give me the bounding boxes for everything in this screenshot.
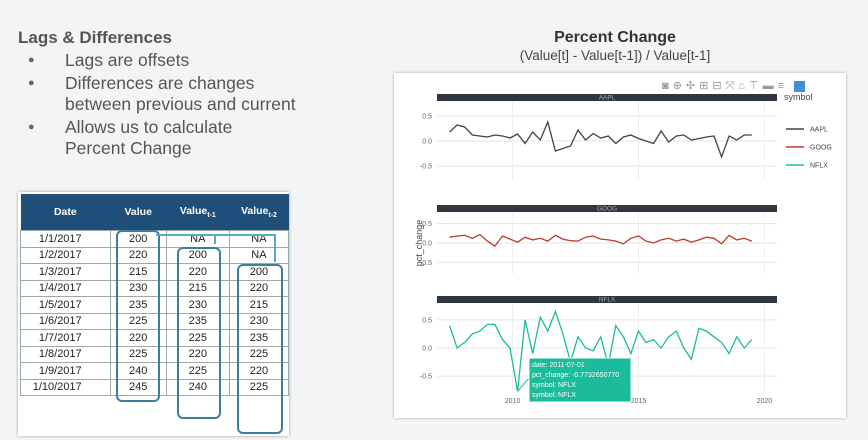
bullet-item: Differences are changesbetween previous … (26, 73, 296, 116)
percent-change-formula: (Value[t] - Value[t-1]) / Value[t-1] (519, 48, 711, 63)
series-line-goog (449, 233, 753, 247)
facet-label: NFLX (599, 297, 616, 304)
zoom-in-icon[interactable]: ⊞ (699, 80, 712, 92)
x-tick-label: 2015 (631, 398, 647, 405)
bullet-text: between previous and current (65, 94, 296, 114)
x-tick-label: 2020 (757, 398, 773, 405)
y-tick-label: -0.5 (420, 164, 432, 171)
series-line-aapl (449, 119, 752, 159)
arrow-line (156, 234, 276, 236)
tooltip-text: date: 2011-07-01 (532, 362, 585, 369)
table-cell: NA (165, 230, 230, 248)
legend-label: NFLX (810, 163, 828, 170)
arrow-line (274, 234, 276, 262)
bullet-text: Percent Change (65, 138, 192, 158)
autoscale-icon[interactable]: ⤧ (726, 80, 739, 92)
legend-title: symbol (784, 92, 813, 102)
y-tick-label: 0.0 (422, 139, 432, 146)
tooltip-text: symbol: NFLX (532, 382, 576, 389)
y-axis-label: pct_change (414, 220, 424, 267)
y-tick-label: 0.5 (422, 317, 432, 324)
facet-label: AAPL (599, 95, 616, 102)
table-cell: 1/6/2017 (20, 312, 111, 330)
table-cell: 1/7/2017 (20, 329, 111, 347)
table-cell: 1/10/2017 (20, 378, 111, 396)
column-header-value: Value (110, 194, 167, 231)
column-header-date: Date (20, 194, 111, 231)
table-cell: NA (228, 246, 290, 264)
plot-card: ◙⊕✣⊞⊟⤧⌂⊤▬≡ AAPL 0.5 0.0 -0.5 GOOG 0.5 0.0 -0.5 N… (394, 73, 846, 418)
lag-table-card: Date Value Valuet-1 Valuet-2 1/1/2017 200… (18, 192, 290, 436)
value-column-highlight (116, 230, 160, 402)
table-cell: 1/3/2017 (20, 263, 111, 281)
facet-label: GOOG (597, 206, 617, 213)
lag2-column-highlight (237, 264, 283, 434)
y-tick-label: -0.5 (420, 374, 432, 381)
column-header-value-t2: Valuet-2 (229, 194, 289, 231)
spike-icon[interactable]: ⊤ (749, 80, 763, 92)
home-icon[interactable]: ⌂ (738, 80, 749, 92)
legend-label: AAPL (810, 127, 828, 134)
pan-icon[interactable]: ✣ (686, 80, 699, 92)
bullet-text: Differences are changes (65, 72, 255, 93)
table-cell: 1/2/2017 (20, 246, 111, 264)
zoom-out-icon[interactable]: ⊟ (712, 80, 725, 92)
table-cell: 1/1/2017 (20, 230, 111, 248)
bullet-list: Lags are offsets Differences are changes… (26, 50, 296, 161)
compare-icon[interactable]: ▬ (763, 80, 778, 92)
zoom-icon[interactable]: ⊕ (673, 80, 686, 92)
percent-change-title: Percent Change (554, 29, 676, 46)
lags-title: Lags & Differences (18, 28, 172, 47)
x-tick-label: 2010 (505, 398, 521, 405)
plot-modebar[interactable]: ◙⊕✣⊞⊟⤧⌂⊤▬≡ (662, 79, 806, 93)
bullet-item: Allows us to calculatePercent Change (26, 117, 296, 160)
table-cell: 1/5/2017 (20, 296, 111, 314)
plotly-logo-icon[interactable] (794, 80, 806, 92)
table-cell: NA (228, 230, 290, 248)
table-cell: 1/8/2017 (20, 345, 111, 363)
pct-change-chart[interactable]: AAPL0.50.0-0.5GOOG0.50.0-0.5NFLX0.50.0-0… (394, 73, 846, 418)
legend-label: GOOG (810, 145, 832, 152)
y-tick-label: 0.0 (422, 346, 432, 353)
tooltip-text: symbol: NFLX (532, 392, 576, 399)
bullet-text: Lags are offsets (65, 50, 190, 70)
bullet-item: Lags are offsets (26, 50, 296, 72)
arrow-line (214, 234, 216, 244)
tooltip-text: pct_change: -0.7732650770 (532, 372, 619, 379)
table-header-row: Date Value Valuet-1 Valuet-2 (20, 194, 289, 231)
table-cell: 1/9/2017 (20, 362, 111, 380)
camera-icon[interactable]: ◙ (662, 80, 673, 92)
bullet-text: Allows us to calculate (65, 116, 233, 137)
hover-icon[interactable]: ≡ (778, 80, 788, 92)
lag1-column-highlight (177, 247, 221, 419)
table-cell: 1/4/2017 (20, 279, 111, 297)
y-tick-label: 0.5 (422, 114, 432, 121)
column-header-value-t1: Valuet-1 (166, 194, 230, 231)
